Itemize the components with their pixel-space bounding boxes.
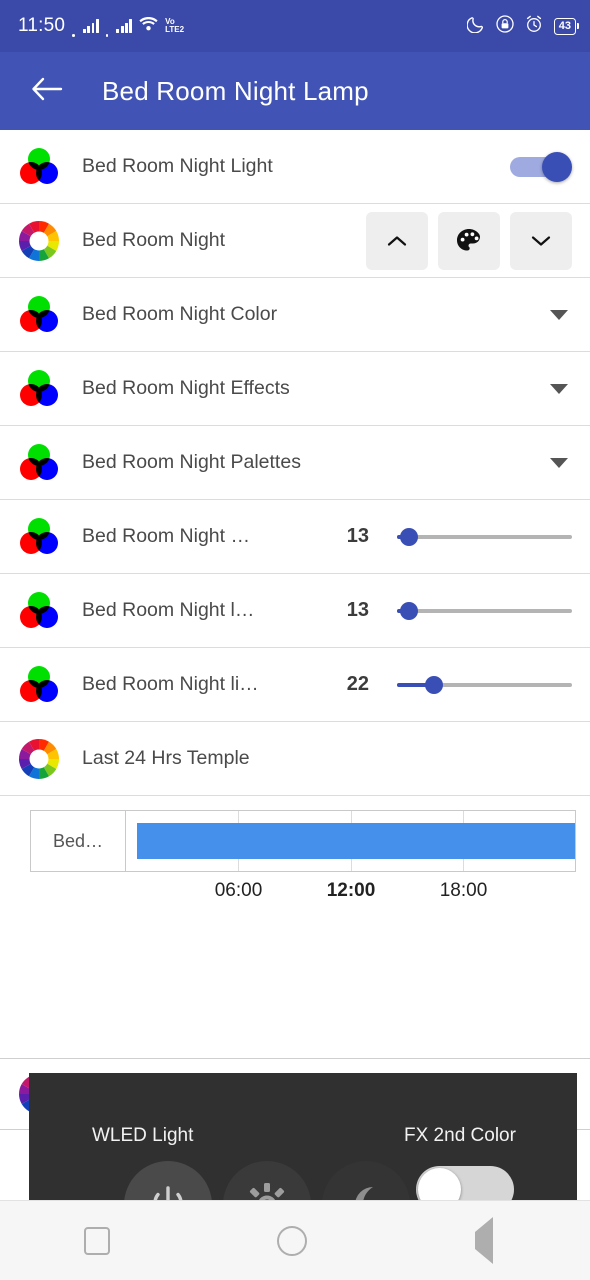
chevron-up-button[interactable] <box>366 211 428 270</box>
chevron-down-icon[interactable] <box>550 309 568 320</box>
rgb-venn-icon <box>16 588 62 634</box>
settings-button[interactable] <box>223 1161 311 1200</box>
rgb-venn-icon <box>16 514 62 560</box>
slider-thumb[interactable] <box>400 601 419 620</box>
alarm-icon <box>525 15 543 38</box>
gantt-row-label: Bed… <box>31 811 126 871</box>
slider-track <box>397 608 572 613</box>
volte-icon: Vo LTE2 <box>165 17 185 34</box>
chart-x-tick: 06:00 <box>214 880 263 901</box>
recents-square-icon[interactable] <box>83 1226 110 1255</box>
fx-second-color-label: FX 2nd Color <box>404 1125 516 1146</box>
history-chart: Bed… 06:00 12:00 18:00 <box>0 796 590 986</box>
palette-icon <box>457 228 480 250</box>
list-item-label: Bed Room Night Light <box>82 155 273 177</box>
brightness-slider[interactable] <box>397 520 572 554</box>
list-item[interactable]: Bed Room Night Light <box>0 130 590 204</box>
back-arrow-icon[interactable] <box>30 76 64 107</box>
moon-icon <box>355 1187 373 1200</box>
switch-knob <box>542 151 572 182</box>
chart-x-tick: 12:00 <box>326 880 376 901</box>
signal-bars-sim1-icon <box>82 19 99 33</box>
slider-track <box>397 534 572 539</box>
list-item[interactable]: Bed Room Night Color <box>0 278 590 352</box>
list-item-label: Bed Room Night Color <box>82 303 278 325</box>
fx-toggle-knob <box>418 1168 461 1200</box>
chart-x-axis: 06:00 12:00 18:00 <box>30 880 576 914</box>
list-item-label: Bed Room Night li… <box>82 673 259 695</box>
chevron-down-icon[interactable] <box>550 383 568 394</box>
wled-panel[interactable]: WLED Light FX 2nd Color <box>29 1073 577 1200</box>
list-item-label: Bed Room Night … <box>82 525 250 547</box>
wifi-icon <box>139 16 158 36</box>
slider-value: 13 <box>346 599 369 621</box>
list-item-label: Bed Room Night l… <box>82 599 255 621</box>
power-button[interactable] <box>124 1161 212 1200</box>
chart-x-tick: 18:00 <box>439 880 488 901</box>
gantt-plot[interactable] <box>126 811 575 871</box>
signal-dot-2 <box>105 34 109 37</box>
wled-panel-content: WLED Light FX 2nd Color <box>29 1073 577 1200</box>
rgb-venn-icon <box>16 366 62 412</box>
gantt-box: Bed… <box>30 810 576 872</box>
color-wheel-icon <box>16 218 62 264</box>
history-title: Last 24 Hrs Temple <box>82 747 250 769</box>
button-group <box>366 211 572 270</box>
status-time: 11:50 <box>18 15 66 36</box>
rgb-venn-icon <box>16 144 62 190</box>
back-triangle-icon[interactable] <box>475 1209 512 1264</box>
list-item[interactable]: Bed Room Night <box>0 204 590 278</box>
battery-icon: 43 <box>553 17 579 35</box>
app-bar: Bed Room Night Lamp <box>0 52 590 130</box>
palette-button[interactable] <box>438 211 500 270</box>
list-item[interactable]: Bed Room Night l… 13 <box>0 574 590 648</box>
rgb-venn-icon <box>16 292 62 338</box>
chevron-down-button[interactable] <box>510 211 572 270</box>
fx-second-color-toggle[interactable] <box>416 1166 514 1200</box>
slider-value: 22 <box>346 673 369 695</box>
home-circle-icon[interactable] <box>277 1225 308 1256</box>
history-header-row[interactable]: Last 24 Hrs Temple <box>0 722 590 796</box>
chart-bar[interactable] <box>137 823 575 859</box>
list-item-label: Bed Room Night <box>82 229 226 251</box>
light-toggle-switch[interactable] <box>510 150 572 184</box>
slider-thumb[interactable] <box>400 527 419 546</box>
speed-slider[interactable] <box>397 668 572 702</box>
intensity-slider[interactable] <box>397 594 572 628</box>
chevron-down-icon[interactable] <box>550 457 568 468</box>
gear-icon <box>249 1183 285 1200</box>
entity-list: Bed Room Night Light Bed Room Night Bed … <box>0 130 590 796</box>
slider-value: 13 <box>346 525 369 547</box>
status-bar-left: 11:50 Vo LTE2 <box>18 15 184 37</box>
signal-bars-sim2-icon <box>116 19 133 33</box>
night-mode-button[interactable] <box>322 1161 410 1200</box>
lock-icon <box>496 14 514 38</box>
list-item[interactable]: Bed Room Night Effects <box>0 352 590 426</box>
wled-title: WLED Light <box>92 1125 194 1146</box>
list-item[interactable]: Bed Room Night … 13 <box>0 500 590 574</box>
moon-icon <box>466 15 485 38</box>
power-icon <box>153 1186 183 1200</box>
status-bar: 11:50 Vo LTE2 43 <box>0 0 590 52</box>
signal-dot-1 <box>72 34 75 37</box>
list-item[interactable]: Bed Room Night li… 22 <box>0 648 590 722</box>
slider-thumb[interactable] <box>424 675 443 694</box>
page-title: Bed Room Night Lamp <box>102 75 369 106</box>
rgb-venn-icon <box>16 440 62 486</box>
color-wheel-icon <box>16 736 62 782</box>
rgb-venn-icon <box>16 662 62 708</box>
list-item-label: Bed Room Night Palettes <box>82 451 301 473</box>
list-item[interactable]: Bed Room Night Palettes <box>0 426 590 500</box>
android-nav-bar <box>0 1200 590 1280</box>
blank-gap <box>0 986 590 1058</box>
list-item-label: Bed Room Night Effects <box>82 377 290 399</box>
status-bar-right: 43 <box>466 14 579 38</box>
